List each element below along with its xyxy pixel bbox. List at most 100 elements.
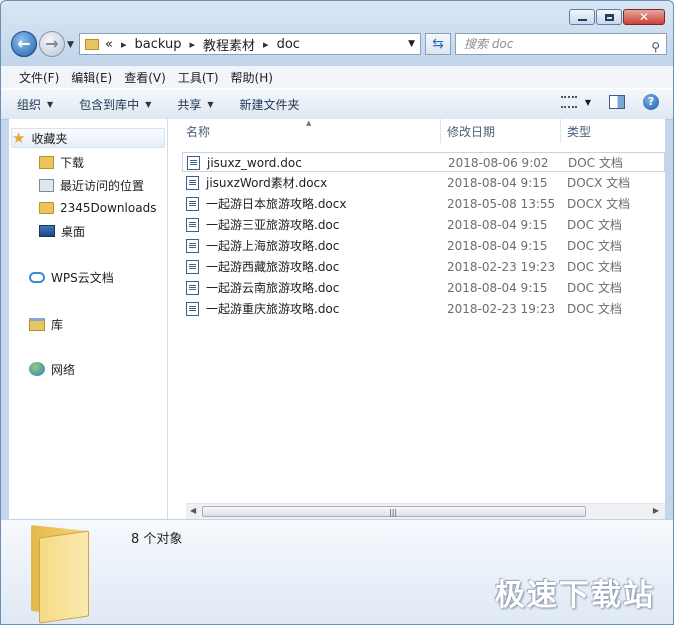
column-divider[interactable]	[440, 119, 441, 143]
folder-icon	[31, 525, 91, 624]
file-type: DOC 文档	[567, 239, 622, 253]
breadcrumb-separator[interactable]: ▸	[263, 38, 269, 51]
sort-ascending-icon: ▲	[306, 119, 312, 127]
address-bar[interactable]: « ▸ backup ▸ 教程素材 ▸ doc ▼	[79, 33, 421, 55]
file-date: 2018-08-04 9:15	[447, 176, 548, 190]
cloud-icon	[29, 271, 45, 283]
help-icon[interactable]: ?	[643, 94, 659, 110]
file-row[interactable]: 一起游西藏旅游攻略.doc 2018-02-23 19:23 DOC 文档	[182, 257, 665, 277]
share-label: 共享	[177, 97, 202, 112]
word-document-icon	[186, 239, 199, 253]
file-row[interactable]: 一起游云南旅游攻略.doc 2018-08-04 9:15 DOC 文档	[182, 278, 665, 298]
word-document-icon	[186, 218, 199, 232]
file-type: DOC 文档	[568, 156, 623, 170]
forward-button[interactable]: →	[39, 31, 65, 57]
file-row[interactable]: jisuxz_word.doc 2018-08-06 9:02 DOC 文档	[182, 152, 665, 172]
file-row[interactable]: 一起游重庆旅游攻略.doc 2018-02-23 19:23 DOC 文档	[182, 299, 665, 319]
file-date: 2018-02-23 19:23	[447, 302, 556, 316]
preview-pane-icon[interactable]	[609, 95, 625, 109]
nav-recent-places[interactable]: 最近访问的位置	[39, 175, 144, 195]
folder-front	[39, 530, 89, 624]
column-header-name[interactable]: 名称	[186, 119, 210, 147]
nav-downloads[interactable]: 下载	[39, 152, 84, 172]
nav-2345downloads[interactable]: 2345Downloads	[39, 198, 156, 218]
file-date: 2018-08-04 9:15	[447, 281, 548, 295]
refresh-icon: ⇆	[432, 36, 444, 52]
file-row[interactable]: 一起游上海旅游攻略.doc 2018-08-04 9:15 DOC 文档	[182, 236, 665, 256]
menu-bar: 文件(F) 编辑(E) 查看(V) 工具(T) 帮助(H)	[1, 65, 673, 88]
column-divider[interactable]	[560, 119, 561, 143]
file-name: 一起游上海旅游攻略.doc	[206, 239, 340, 253]
file-row[interactable]: 一起游三亚旅游攻略.doc 2018-08-04 9:15 DOC 文档	[182, 215, 665, 235]
recent-pages-dropdown[interactable]: ▼	[67, 40, 74, 50]
chevron-down-icon: ▼	[207, 99, 214, 109]
chevron-down-icon: ▼	[47, 99, 54, 109]
file-name: 一起游西藏旅游攻略.doc	[206, 260, 340, 274]
menu-view[interactable]: 查看(V)	[118, 69, 172, 86]
file-type: DOCX 文档	[567, 176, 631, 190]
file-name: 一起游日本旅游攻略.docx	[206, 197, 347, 211]
forward-arrow-icon: →	[45, 34, 59, 53]
network-icon	[29, 362, 45, 376]
navigation-pane: ★ 收藏夹 下载 最近访问的位置 2345Downloads 桌面 WPS云文档…	[9, 119, 168, 519]
folder-icon	[39, 202, 54, 214]
details-pane: 8 个对象 极速下载站	[1, 519, 673, 624]
file-row[interactable]: jisuxzWord素材.docx 2018-08-04 9:15 DOCX 文…	[182, 173, 665, 193]
file-name: 一起游三亚旅游攻略.doc	[206, 218, 340, 232]
nav-wps-cloud[interactable]: WPS云文档	[29, 267, 114, 287]
watermark-logo: 极速下载站	[495, 578, 655, 613]
back-arrow-icon: ←	[17, 34, 31, 53]
maximize-button[interactable]	[596, 9, 622, 25]
refresh-button[interactable]: ⇆	[425, 33, 451, 55]
nav-desktop[interactable]: 桌面	[39, 221, 85, 241]
menu-edit[interactable]: 编辑(E)	[65, 69, 118, 86]
breadcrumb-separator[interactable]: ▸	[121, 38, 127, 51]
change-view-button[interactable]: ▼	[560, 96, 591, 108]
include-in-library-button[interactable]: 包含到库中 ▼	[79, 96, 151, 113]
word-document-icon	[187, 156, 200, 170]
horizontal-scrollbar[interactable]: ◀ ||| ▶	[186, 503, 665, 520]
downloads-folder-icon	[39, 155, 54, 169]
nav-network-label: 网络	[51, 362, 76, 377]
view-list-icon	[560, 96, 577, 108]
breadcrumb-backup[interactable]: backup	[135, 37, 182, 52]
breadcrumb-separator[interactable]: ▸	[190, 38, 196, 51]
breadcrumb-tutorial-materials[interactable]: 教程素材	[203, 35, 255, 54]
organize-label: 组织	[17, 97, 42, 112]
item-count: 8 个对象	[131, 532, 183, 547]
include-in-library-label: 包含到库中	[79, 97, 140, 112]
column-header-type[interactable]: 类型	[567, 119, 591, 147]
file-date: 2018-08-04 9:15	[447, 218, 548, 232]
column-header-date[interactable]: 修改日期	[447, 119, 495, 147]
menu-help[interactable]: 帮助(H)	[225, 69, 279, 86]
nav-network[interactable]: 网络	[29, 359, 75, 379]
new-folder-button[interactable]: 新建文件夹	[240, 96, 300, 113]
back-button[interactable]: ←	[11, 31, 37, 57]
scroll-left-icon[interactable]: ◀	[190, 506, 196, 515]
close-button[interactable]: ✕	[623, 9, 665, 25]
maximize-icon	[604, 13, 614, 21]
menu-tools[interactable]: 工具(T)	[172, 69, 225, 86]
address-overflow[interactable]: «	[105, 37, 113, 52]
nav-2345downloads-label: 2345Downloads	[60, 201, 157, 215]
minimize-button[interactable]	[569, 9, 595, 25]
file-row[interactable]: 一起游日本旅游攻略.docx 2018-05-08 13:55 DOCX 文档	[182, 194, 665, 214]
menu-file[interactable]: 文件(F)	[13, 69, 65, 86]
word-document-icon	[186, 176, 199, 190]
nav-favorites[interactable]: ★ 收藏夹	[11, 128, 165, 148]
file-name: 一起游云南旅游攻略.doc	[206, 281, 340, 295]
search-icon[interactable]: ⚲	[651, 37, 660, 57]
share-button[interactable]: 共享 ▼	[177, 96, 213, 113]
address-dropdown-icon[interactable]: ▼	[408, 39, 415, 49]
search-input[interactable]: 搜索 doc ⚲	[455, 33, 667, 55]
breadcrumb-doc[interactable]: doc	[277, 37, 300, 52]
nav-libraries-label: 库	[51, 317, 64, 332]
file-date: 2018-05-08 13:55	[447, 197, 556, 211]
word-document-icon	[186, 281, 199, 295]
library-icon	[29, 317, 45, 331]
scroll-right-icon[interactable]: ▶	[653, 506, 659, 515]
scrollbar-thumb[interactable]: |||	[202, 506, 586, 517]
file-list-pane: ▲ 名称 修改日期 类型 jisuxz_word.doc 2018-08-06 …	[168, 119, 665, 520]
organize-button[interactable]: 组织 ▼	[17, 96, 53, 113]
nav-libraries[interactable]: 库	[29, 314, 63, 334]
